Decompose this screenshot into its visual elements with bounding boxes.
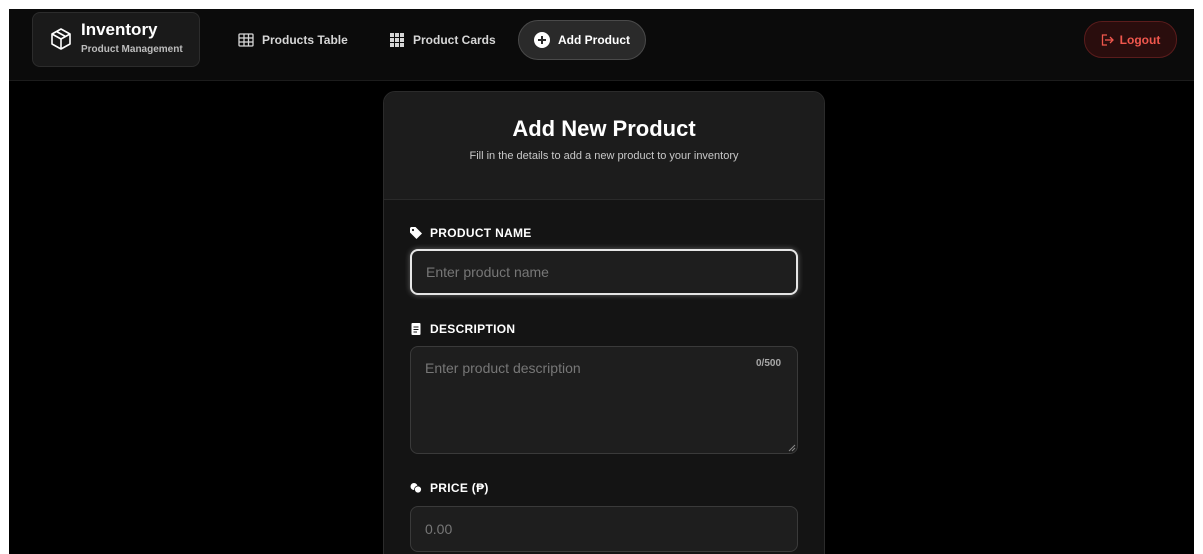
nav-add-product[interactable]: Add Product: [518, 20, 646, 60]
table-icon: [238, 33, 254, 47]
price-input[interactable]: [410, 506, 798, 552]
coins-icon: [410, 483, 422, 494]
price-label: PRICE (₱): [410, 481, 489, 495]
product-name-label: PRODUCT NAME: [410, 226, 532, 240]
nav-products-table[interactable]: Products Table: [238, 20, 348, 60]
logout-label: Logout: [1119, 32, 1161, 47]
logout-button[interactable]: Logout: [1084, 21, 1177, 58]
nav-add-product-label: Add Product: [558, 33, 630, 47]
document-icon: [411, 323, 421, 335]
price-label-text: PRICE (₱): [430, 481, 489, 495]
app-frame: Inventory Product Management Products Ta…: [9, 9, 1194, 554]
top-navbar: Inventory Product Management Products Ta…: [9, 9, 1194, 81]
form-header: Add New Product Fill in the details to a…: [384, 92, 824, 200]
product-name-input[interactable]: [410, 249, 798, 295]
form-subtitle: Fill in the details to add a new product…: [469, 150, 739, 162]
tag-icon: [410, 227, 422, 239]
form-title: Add New Product: [512, 116, 696, 141]
logout-icon: [1101, 33, 1114, 46]
description-textarea[interactable]: [410, 346, 798, 454]
description-label-text: DESCRIPTION: [430, 322, 516, 336]
grid-icon: [390, 33, 404, 47]
brand[interactable]: Inventory Product Management: [32, 12, 200, 67]
nav-product-cards-label: Product Cards: [413, 33, 496, 47]
brand-subtitle: Product Management: [81, 44, 183, 55]
product-name-label-text: PRODUCT NAME: [430, 226, 532, 240]
resize-handle-icon[interactable]: [788, 444, 796, 452]
plus-circle-icon: [534, 32, 550, 48]
box-icon: [51, 28, 71, 50]
add-product-form-card: Add New Product Fill in the details to a…: [383, 91, 825, 554]
nav-product-cards[interactable]: Product Cards: [389, 20, 496, 60]
description-char-counter: 0/500: [756, 358, 782, 369]
brand-title: Inventory: [81, 20, 158, 39]
description-label: DESCRIPTION: [410, 322, 515, 336]
nav-products-table-label: Products Table: [262, 33, 348, 47]
